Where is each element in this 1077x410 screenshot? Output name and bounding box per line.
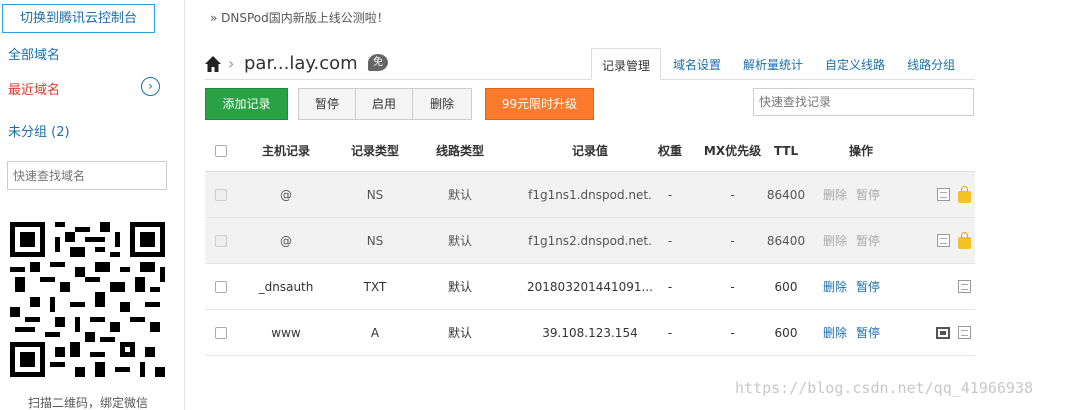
table-header-row: 主机记录 记录类型 线路类型 记录值 权重 MX优先级 TTL 操作 (205, 130, 975, 172)
tab-line-groups[interactable]: 线路分组 (897, 48, 965, 80)
header-ttl: TTL (773, 143, 799, 158)
sidebar-item-all-domains[interactable]: 全部域名 (8, 44, 60, 63)
sidebar-item-recent-domains[interactable]: 最近域名 (8, 79, 60, 98)
cell-weight: - (667, 325, 673, 340)
tab-resolution-stats[interactable]: 解析量统计 (733, 48, 813, 80)
tab-bar: 记录管理 域名设置 解析量统计 自定义线路 线路分组 (591, 48, 967, 80)
delete-link: 删除 (823, 234, 848, 248)
cell-icons (921, 310, 971, 355)
cell-type: NS (366, 187, 384, 202)
cell-host: www (271, 325, 301, 340)
tab-record-management[interactable]: 记录管理 (591, 48, 662, 80)
header-line: 线路类型 (435, 144, 484, 158)
table-row: @ NS 默认 f1g1ns1.dnspod.net. - - 86400 删除… (205, 172, 975, 218)
cell-actions: 删除 暂停 (823, 172, 899, 217)
cell-mx: - (730, 233, 735, 248)
cell-line: 默认 (447, 280, 472, 294)
pause-link: 暂停 (856, 234, 881, 248)
qr-caption: 扫描二维码，绑定微信 (28, 396, 149, 410)
cell-icons (921, 264, 971, 309)
wechat-qr-code (10, 222, 165, 377)
cell-line: 默认 (447, 188, 472, 202)
cell-ttl: 600 (774, 279, 798, 294)
cell-host: @ (280, 233, 292, 248)
cell-weight: - (667, 187, 673, 202)
home-icon[interactable] (204, 55, 222, 73)
pause-link: 暂停 (856, 188, 881, 202)
cell-line: 默认 (447, 234, 472, 248)
lock-icon (958, 231, 971, 249)
lock-icon (958, 185, 971, 203)
delete-link: 删除 (823, 188, 848, 202)
tab-custom-lines[interactable]: 自定义线路 (815, 48, 895, 80)
header-mx: MX优先级 (703, 144, 762, 158)
chevron-right-icon: › (228, 54, 235, 73)
free-plan-badge: 免 (368, 54, 388, 71)
cell-icons (921, 218, 971, 263)
select-all-checkbox[interactable] (213, 130, 229, 171)
cell-weight: - (667, 279, 673, 294)
cell-ttl: 600 (774, 325, 798, 340)
header-weight: 权重 (657, 144, 682, 158)
cell-host: _dnsauth (258, 279, 314, 294)
tab-domain-settings[interactable]: 域名设置 (663, 48, 731, 80)
cell-actions: 删除 暂停 (823, 310, 899, 355)
upgrade-button[interactable]: 99元限时升级 (485, 88, 594, 120)
remark-icon[interactable] (937, 234, 950, 247)
table-row: @ NS 默认 f1g1ns2.dnspod.net. - - 86400 删除… (205, 218, 975, 264)
record-action-group: 暂停 启用 删除 (298, 88, 472, 120)
records-table: 主机记录 记录类型 线路类型 记录值 权重 MX优先级 TTL 操作 @ NS … (205, 130, 975, 356)
domain-title: par...lay.com (244, 53, 358, 74)
cell-type: A (370, 325, 380, 340)
pause-link[interactable]: 暂停 (856, 278, 880, 295)
row-checkbox[interactable] (213, 172, 229, 217)
cell-actions: 删除 暂停 (823, 264, 899, 309)
table-row: www A 默认 39.108.123.154 - - 600 删除 暂停 (205, 310, 975, 356)
record-search-input[interactable] (753, 88, 974, 116)
header-actions: 操作 (848, 144, 873, 158)
row-checkbox[interactable] (213, 264, 229, 309)
cell-mx: - (730, 325, 735, 340)
cell-mx: - (730, 279, 735, 294)
cell-mx: - (730, 187, 735, 202)
chevron-right-circle-icon[interactable]: › (141, 77, 160, 96)
watermark: https://blog.csdn.net/qq_41966938 (735, 379, 1034, 397)
pause-link[interactable]: 暂停 (856, 324, 880, 341)
cell-ttl: 86400 (766, 187, 806, 202)
add-record-button[interactable]: 添加记录 (205, 88, 288, 120)
cell-host: @ (280, 187, 292, 202)
cell-line: 默认 (447, 326, 472, 340)
cell-weight: - (667, 233, 673, 248)
dnspod-console: 切换到腾讯云控制台 全部域名 最近域名 › 未分组 (2) 快速查找域名 扫描二… (0, 0, 1077, 410)
delete-link[interactable]: 删除 (823, 324, 847, 341)
domain-search-input[interactable] (7, 161, 167, 190)
cell-ttl: 86400 (766, 233, 806, 248)
cell-type: NS (366, 233, 384, 248)
sidebar: 切换到腾讯云控制台 全部域名 最近域名 › 未分组 (2) 快速查找域名 扫描二… (0, 0, 185, 410)
remark-icon[interactable] (958, 280, 971, 293)
delete-button[interactable]: 删除 (413, 89, 471, 119)
cell-icons (921, 172, 971, 217)
sidebar-item-ungrouped[interactable]: 未分组 (2) (8, 121, 70, 140)
cell-type: TXT (363, 279, 387, 294)
enable-button[interactable]: 启用 (356, 89, 413, 119)
pause-button[interactable]: 暂停 (299, 89, 356, 119)
row-checkbox[interactable] (213, 310, 229, 355)
load-balance-icon[interactable] (936, 326, 950, 339)
cell-actions: 删除 暂停 (823, 218, 899, 263)
remark-icon[interactable] (958, 326, 971, 339)
header-host: 主机记录 (261, 144, 310, 158)
switch-to-tencent-cloud-button[interactable]: 切换到腾讯云控制台 (2, 4, 155, 33)
row-checkbox[interactable] (213, 218, 229, 263)
header-type: 记录类型 (350, 144, 399, 158)
announcement-link[interactable]: » DNSPod国内新版上线公测啦！ (210, 9, 389, 26)
remark-icon[interactable] (937, 188, 950, 201)
delete-link[interactable]: 删除 (823, 278, 847, 295)
table-row: _dnsauth TXT 默认 201803201441091... - - 6… (205, 264, 975, 310)
